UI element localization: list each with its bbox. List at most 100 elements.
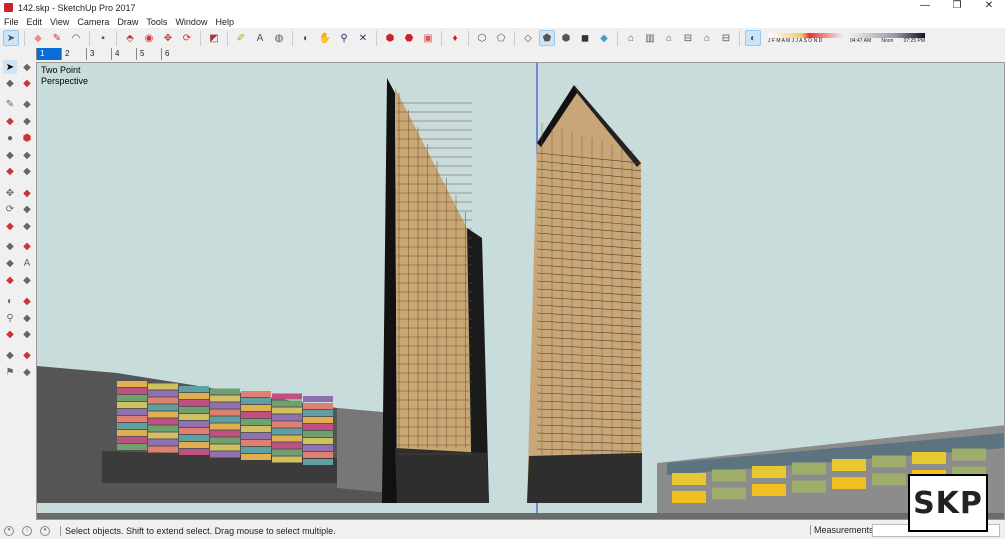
facade-panel [303,396,333,402]
3d-text-icon[interactable]: ◆ [20,273,34,287]
select-icon[interactable]: ➤ [3,60,17,74]
back-edges-icon[interactable]: ⬠ [493,30,509,46]
rotate-icon[interactable]: ⟳ [179,30,195,46]
xray-icon[interactable]: ⬡ [474,30,490,46]
scene-tab-5[interactable]: 5 [136,48,161,60]
text-icon[interactable]: A [20,256,34,270]
facade-panel [303,403,333,409]
rotated-rectangle-icon[interactable]: ◆ [20,114,34,128]
scale-icon[interactable]: ◆ [3,219,17,233]
menu-help[interactable]: Help [211,17,238,27]
geo-location-icon[interactable]: ● [4,525,14,536]
pan-icon[interactable]: ✋ [317,30,333,46]
previous-view-icon[interactable]: ◆ [20,327,34,341]
monochrome-icon[interactable]: ◆ [596,30,612,46]
follow-me-icon[interactable]: ◆ [20,202,34,216]
shaded-icon[interactable]: ⬢ [558,30,574,46]
facade-panel [241,391,271,397]
iso-view-icon[interactable]: ⌂ [623,30,639,46]
polygon-icon[interactable]: ⬢ [20,131,34,145]
freehand-icon[interactable]: ◆ [20,97,34,111]
left-view-icon[interactable]: ⊟ [718,30,734,46]
protractor-icon[interactable]: ◆ [3,256,17,270]
ruby-icon[interactable]: ♦ [447,30,463,46]
scene-tab-1[interactable]: 1 [36,48,61,60]
shadow-date-slider[interactable]: J F M A M J J A S O N D [768,32,843,44]
zoom-window-icon[interactable]: ◆ [20,311,34,325]
zoom-icon[interactable]: ⚲ [3,311,17,325]
look-around-icon[interactable]: ◆ [20,348,34,362]
extension-icon[interactable]: ⬣ [401,30,417,46]
credits-icon[interactable]: i [22,525,32,536]
move-icon[interactable]: ✥ [3,186,17,200]
line-icon[interactable]: ✎ [3,97,17,111]
text-icon[interactable]: A [252,30,268,46]
scene-tab-4[interactable]: 4 [111,48,136,60]
make-component-icon[interactable]: ◆ [20,60,34,74]
shadows-toggle-icon[interactable]: ◐ [745,30,761,46]
zoom-extents-icon[interactable]: ◆ [3,327,17,341]
scene-tab-6[interactable]: 6 [161,48,186,60]
arc-icon[interactable]: ◆ [3,148,17,162]
minimize-button[interactable]: — [909,0,941,11]
eraser-icon[interactable]: ◆ [20,76,34,90]
paint-bucket-icon[interactable]: ◍ [271,30,287,46]
menu-camera[interactable]: Camera [73,17,113,27]
facade-panel [117,381,147,387]
arc2-icon[interactable]: ◆ [20,164,34,178]
pencil-icon[interactable]: ✎ [49,30,65,46]
send-icon[interactable]: ▣ [420,30,436,46]
shaded-textures-icon[interactable]: ◼ [577,30,593,46]
arc3-icon[interactable]: ◆ [3,164,17,178]
push-pull-icon[interactable]: ⬘ [122,30,138,46]
front-view-icon[interactable]: ⌂ [661,30,677,46]
zoom-icon[interactable]: ⚲ [336,30,352,46]
tape-measure-icon[interactable]: ◆ [3,239,17,253]
3d-viewport[interactable]: Two Point Perspective [36,62,1005,520]
dimension-icon[interactable]: ◆ [20,239,34,253]
orbit-icon[interactable]: ◐ [3,294,17,308]
offset-icon[interactable]: ◆ [20,219,34,233]
menu-window[interactable]: Window [171,17,211,27]
tape-measure-icon[interactable]: ✐ [233,30,249,46]
close-button[interactable]: ✕ [973,0,1005,11]
user-icon[interactable]: ● [40,525,50,536]
scene-tab-3[interactable]: 3 [86,48,111,60]
menu-view[interactable]: View [46,17,73,27]
paint-bucket-icon[interactable]: ◆ [3,76,17,90]
pan-icon[interactable]: ◆ [20,294,34,308]
back-view-icon[interactable]: ⌂ [699,30,715,46]
wireframe-icon[interactable]: ◇ [520,30,536,46]
position-camera-icon[interactable]: ◆ [3,348,17,362]
circle-icon[interactable]: ● [3,131,17,145]
facade-panel [117,395,147,401]
orbit-icon[interactable]: ◐ [298,30,314,46]
menu-draw[interactable]: Draw [113,17,142,27]
follow-me-icon[interactable]: ◉ [141,30,157,46]
push-pull-icon[interactable]: ◆ [20,186,34,200]
rectangle-icon[interactable]: ▪ [95,30,111,46]
scene-tab-2[interactable]: 2 [61,48,86,60]
arc-icon[interactable]: ◠ [68,30,84,46]
restore-button[interactable]: ❐ [941,0,973,11]
eraser-icon[interactable]: ◆ [30,30,46,46]
walk-icon[interactable]: ⚑ [3,365,17,379]
top-view-icon[interactable]: ▥ [642,30,658,46]
zoom-extents-icon[interactable]: ✕ [355,30,371,46]
facade-panel [148,397,178,404]
menu-file[interactable]: File [0,17,23,27]
menu-tools[interactable]: Tools [142,17,171,27]
rotate-icon[interactable]: ⟳ [3,202,17,216]
rectangle-icon[interactable]: ◆ [3,114,17,128]
menu-edit[interactable]: Edit [23,17,47,27]
right-view-icon[interactable]: ⊟ [680,30,696,46]
hidden-line-icon[interactable]: ⬟ [539,30,555,46]
shadow-time-slider[interactable]: 04:47 AM Noon 07:25 PM [850,32,925,44]
warehouse-icon[interactable]: ⬢ [382,30,398,46]
move-icon[interactable]: ✥ [160,30,176,46]
axes-icon[interactable]: ◆ [3,273,17,287]
pie-icon[interactable]: ◆ [20,148,34,162]
section-plane-icon[interactable]: ◆ [20,365,34,379]
scale-icon[interactable]: ◩ [206,30,222,46]
select-icon[interactable]: ➤ [3,30,19,46]
